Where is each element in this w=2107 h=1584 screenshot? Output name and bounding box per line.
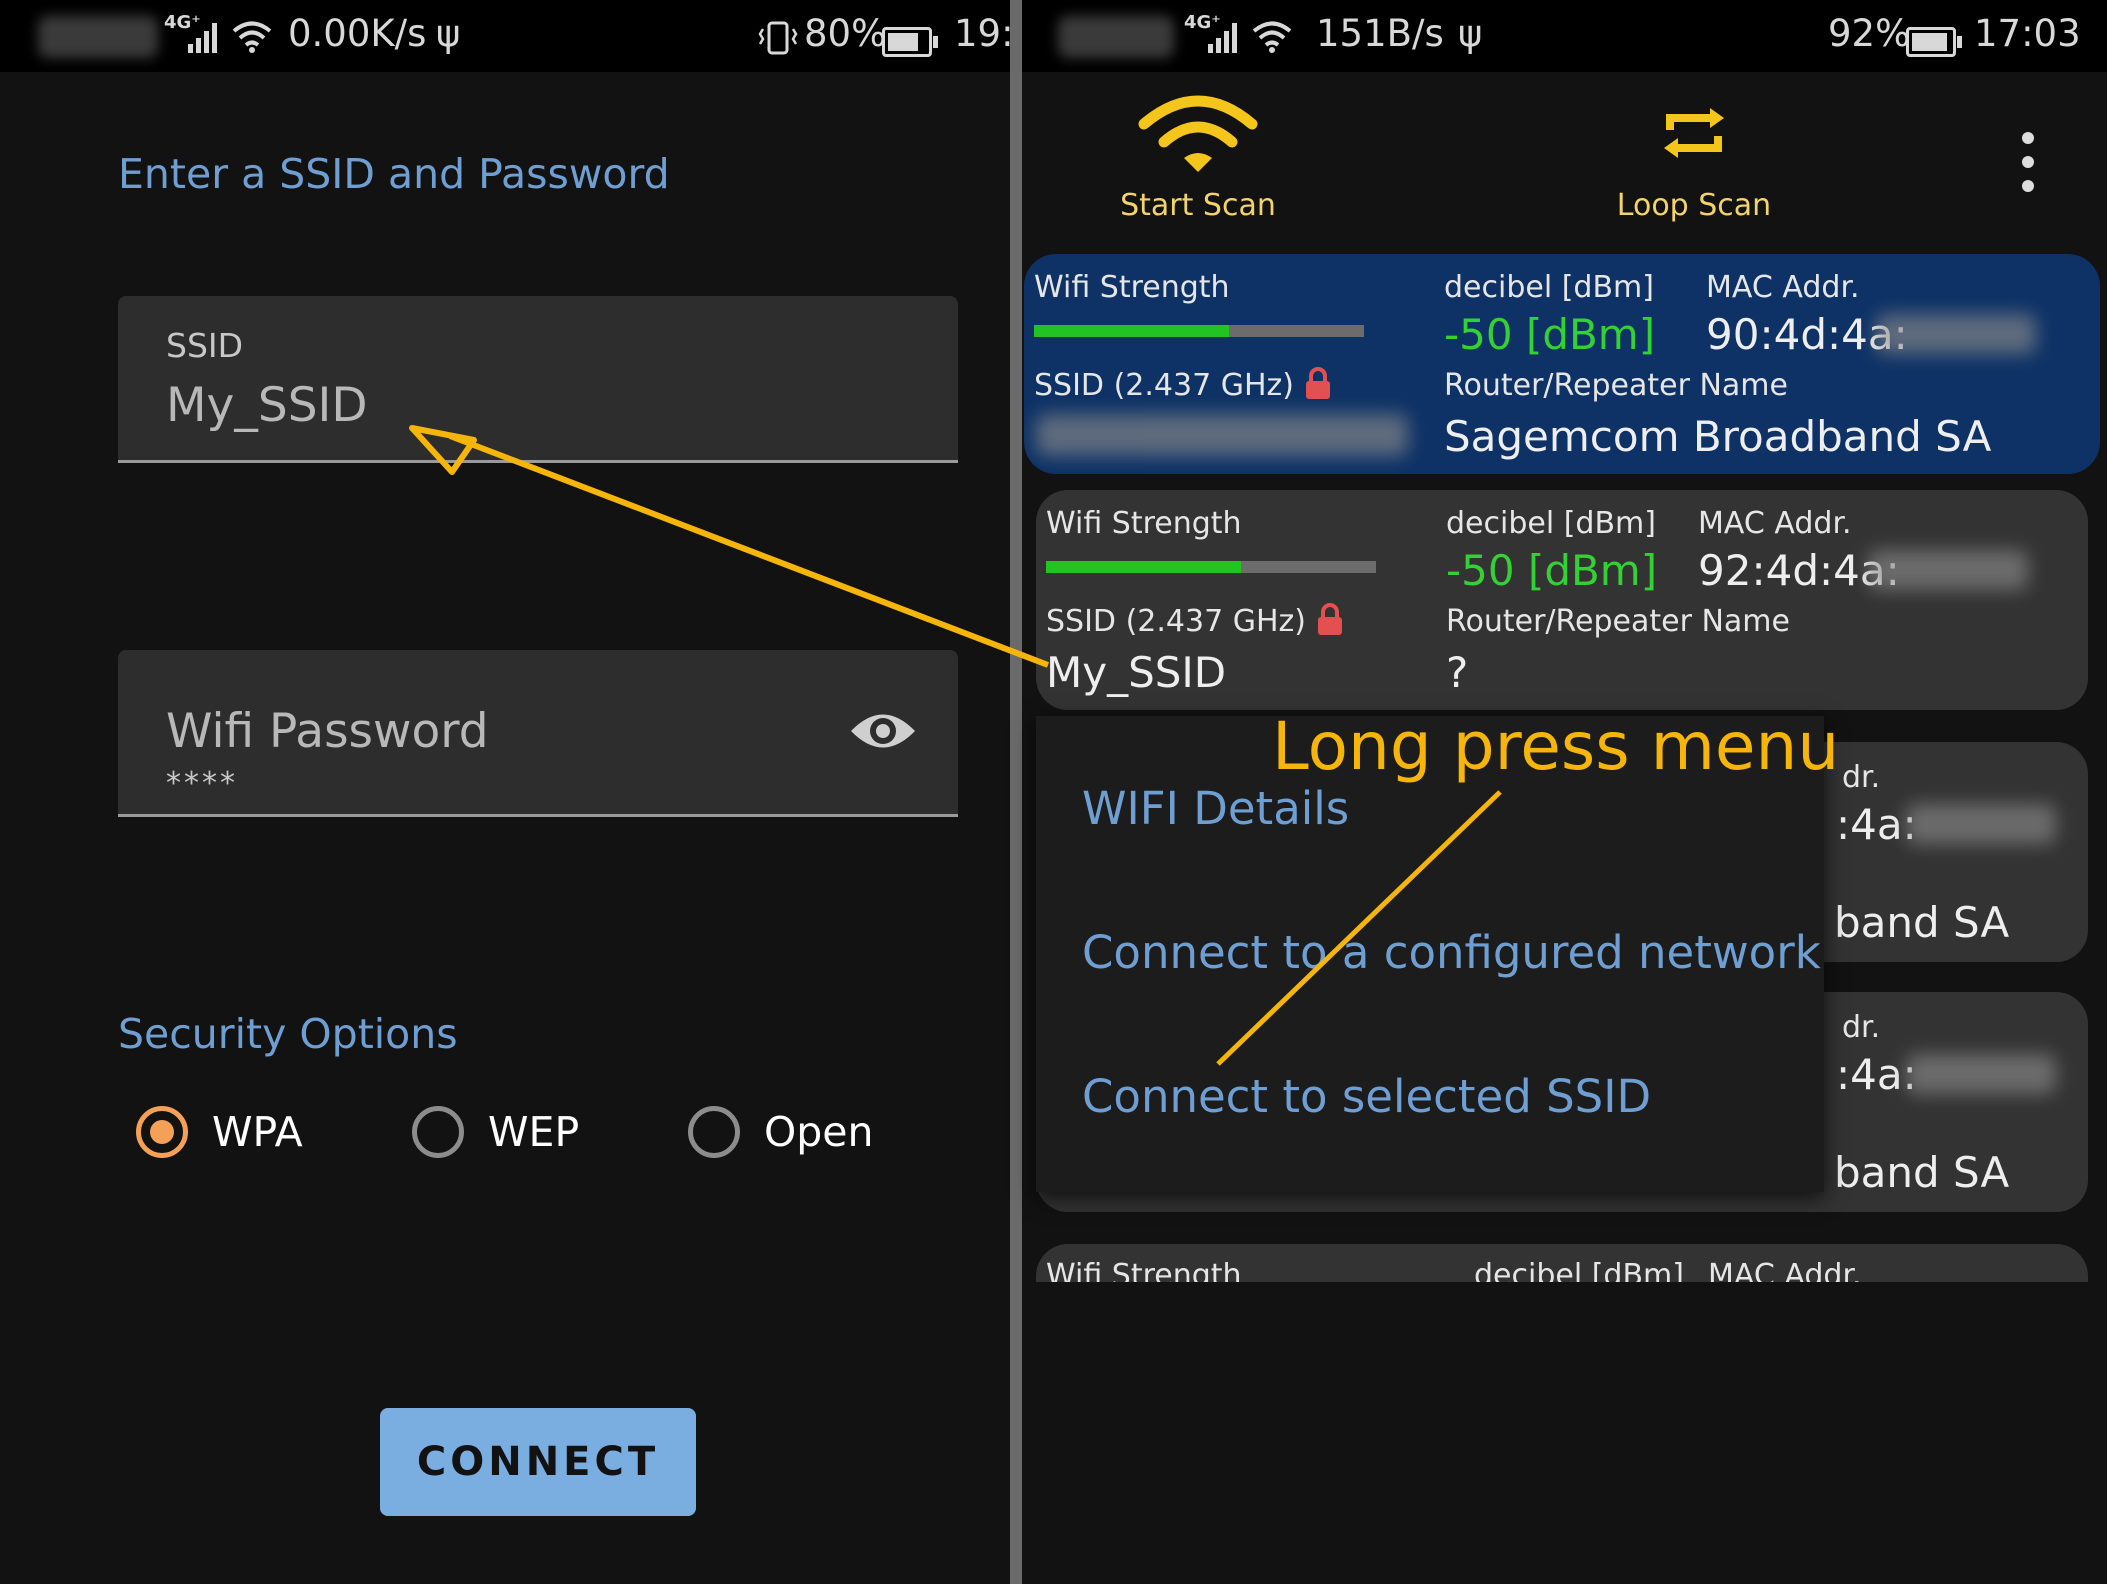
carrier-name-redacted <box>38 16 158 58</box>
repeat-icon <box>1664 108 1724 158</box>
router-label: Router/Repeater Name <box>1446 604 1790 639</box>
decibel-label: decibel [dBm] <box>1444 270 1654 305</box>
radio-wpa-indicator <box>136 1106 188 1158</box>
radio-open[interactable]: Open <box>688 1102 874 1162</box>
mac-value-tail: :4a: <box>1836 1050 1917 1099</box>
ssid-field[interactable]: SSID My_SSID <box>118 296 958 463</box>
wifi-status-icon <box>232 21 272 53</box>
router-value: ? <box>1446 648 1469 697</box>
password-field[interactable]: Wifi Password **** <box>118 650 958 817</box>
strength-bar <box>1034 325 1364 337</box>
signal-icon <box>1208 23 1237 53</box>
battery-icon <box>882 27 938 57</box>
radio-open-label: Open <box>764 1108 874 1156</box>
connect-button[interactable]: CONNECT <box>380 1408 696 1516</box>
security-heading: Security Options <box>118 1010 458 1058</box>
wifi-card[interactable]: Wifi Strength decibel [dBm] MAC Addr. <box>1036 1244 2088 1282</box>
wifi-card[interactable]: Wifi Strength SSID (2.437 GHz) decibel [… <box>1024 254 2100 474</box>
overflow-menu-icon[interactable] <box>2022 132 2034 204</box>
wifi-card[interactable]: Wifi Strength SSID (2.437 GHz) My_SSID d… <box>1036 490 2088 710</box>
strength-label: Wifi Strength <box>1046 1258 1242 1282</box>
network-speed: 0.00K/s <box>288 12 427 55</box>
mac-label: MAC Addr. <box>1698 506 1852 541</box>
mac-label: MAC Addr. <box>1706 270 1860 305</box>
usb-icon: ψ <box>436 12 461 55</box>
mac-label: MAC Addr. <box>1708 1258 1862 1282</box>
ssid-value-redacted <box>1036 414 1408 456</box>
usb-icon: ψ <box>1458 12 1483 55</box>
annotation-label: Long press menu <box>1272 708 1840 785</box>
battery-percent: 80% <box>804 12 887 55</box>
long-press-menu: WIFI Details Connect to a configured net… <box>1036 716 1824 1192</box>
signal-icon <box>188 23 217 53</box>
lock-icon <box>1306 367 1330 399</box>
screen-divider <box>1010 0 1022 1584</box>
ssid-field-value: My_SSID <box>166 378 368 433</box>
carrier-name-redacted <box>1058 16 1174 58</box>
password-field-value: **** <box>166 766 238 801</box>
ssid-value: My_SSID <box>1046 648 1227 697</box>
mac-tail-redacted <box>1868 550 2028 590</box>
router-label: Router/Repeater Name <box>1444 368 1788 403</box>
decibel-value: -50 [dBm] <box>1444 310 1656 359</box>
decibel-label: decibel [dBm] <box>1446 506 1656 541</box>
strength-label: Wifi Strength <box>1034 270 1230 305</box>
radio-wpa-label: WPA <box>212 1108 303 1156</box>
network-speed: 151B/s <box>1316 12 1444 55</box>
battery-percent: 92% <box>1828 12 1911 55</box>
menu-item-wifi-details[interactable]: WIFI Details <box>1082 782 1349 835</box>
ssid-label: SSID (2.437 GHz) <box>1046 604 1306 639</box>
radio-wep[interactable]: WEP <box>412 1102 579 1162</box>
radio-open-indicator <box>688 1106 740 1158</box>
strength-label: Wifi Strength <box>1046 506 1242 541</box>
vibrate-icon <box>758 21 798 55</box>
radio-wep-indicator <box>412 1106 464 1158</box>
password-field-label: Wifi Password <box>166 704 489 759</box>
mac-tail-redacted <box>1906 804 2056 844</box>
ssid-label: SSID (2.437 GHz) <box>1034 368 1294 403</box>
start-scan-button[interactable]: Start Scan <box>1078 90 1318 223</box>
clock: 19:4 <box>954 12 1010 55</box>
mac-tail-redacted <box>1876 314 2036 354</box>
mac-label-tail: dr. <box>1842 760 1881 795</box>
status-bar: 4G⁺ 151B/s ψ 92% 17:03 <box>1022 0 2107 72</box>
decibel-value: -50 [dBm] <box>1446 546 1658 595</box>
eye-icon[interactable] <box>848 706 918 756</box>
router-value-tail: band SA <box>1834 898 2010 947</box>
strength-bar <box>1046 561 1376 573</box>
wifi-scan-icon <box>1138 95 1258 172</box>
clock: 17:03 <box>1974 12 2081 55</box>
mac-label-tail: dr. <box>1842 1010 1881 1045</box>
lock-icon <box>1318 603 1342 635</box>
radio-wpa[interactable]: WPA <box>136 1102 303 1162</box>
wifi-connect-screen: 4G⁺ 0.00K/s ψ 80% 19:4 Enter a SSID and … <box>0 0 1010 1584</box>
radio-wep-label: WEP <box>488 1108 580 1156</box>
ssid-field-label: SSID <box>166 326 244 365</box>
loop-scan-label: Loop Scan <box>1616 188 1772 223</box>
start-scan-label: Start Scan <box>1120 188 1276 223</box>
decibel-label: decibel [dBm] <box>1474 1258 1684 1282</box>
menu-item-connect-selected[interactable]: Connect to selected SSID <box>1082 1070 1651 1123</box>
mac-tail-redacted <box>1906 1054 2056 1094</box>
mac-value-tail: :4a: <box>1836 800 1917 849</box>
loop-scan-button[interactable]: Loop Scan <box>1574 90 1814 223</box>
router-value-tail: band SA <box>1834 1148 2010 1197</box>
router-value: Sagemcom Broadband SA <box>1444 412 1992 461</box>
menu-item-connect-configured[interactable]: Connect to a configured network <box>1082 926 1821 979</box>
battery-icon <box>1906 27 1962 57</box>
status-bar: 4G⁺ 0.00K/s ψ 80% 19:4 <box>0 0 1010 72</box>
wifi-status-icon <box>1252 21 1292 53</box>
list-clip: Wifi Strength decibel [dBm] MAC Addr. <box>1022 1240 2107 1282</box>
form-heading: Enter a SSID and Password <box>118 150 670 198</box>
